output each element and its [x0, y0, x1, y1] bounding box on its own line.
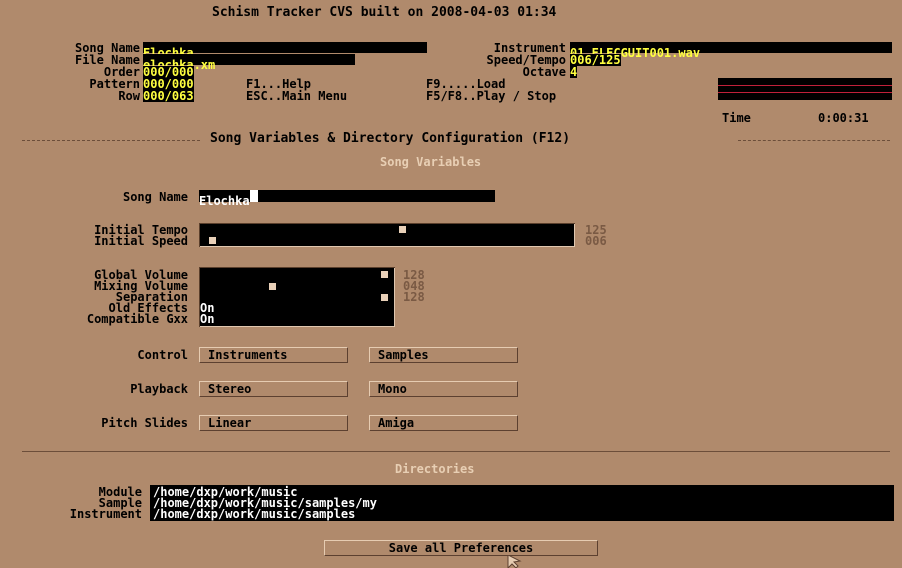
app-title: Schism Tracker CVS built on 2008-04-03 0…	[212, 5, 557, 20]
initial-speed-value: 006	[585, 234, 607, 248]
speed-tempo-value[interactable]: 006/125	[570, 54, 621, 66]
pitch-slides-amiga-button[interactable]: Amiga	[369, 415, 518, 431]
row-label: Row	[118, 89, 140, 103]
vu-meter-left-line	[718, 85, 892, 86]
initial-tempo-slider-knob[interactable]	[399, 226, 406, 233]
text-cursor	[249, 190, 258, 202]
pitch-slides-linear-button[interactable]: Linear	[199, 415, 348, 431]
vu-meter-right-line	[718, 92, 892, 93]
file-name-field[interactable]: elochka.xm	[143, 54, 355, 71]
time-value: 0:00:31	[818, 111, 869, 125]
initial-speed-label: Initial Speed	[94, 234, 188, 248]
playback-label: Playback	[130, 382, 188, 396]
time-label: Time	[722, 111, 751, 125]
control-samples-button[interactable]: Samples	[369, 347, 518, 363]
instrument-field[interactable]: 01 ELECGUIT001.wav	[570, 42, 892, 59]
mixing-volume-slider-knob[interactable]	[269, 283, 276, 290]
compatible-gxx-label: Compatible Gxx	[86, 312, 188, 326]
section-rule-left	[22, 140, 200, 141]
directories-panel: /home/dxp/work/music /home/dxp/work/musi…	[150, 485, 894, 521]
row-value[interactable]: 000/063	[143, 90, 194, 102]
sv-song-name-input[interactable]: Elochka	[199, 190, 495, 207]
sv-song-name-label: Song Name	[122, 190, 188, 204]
global-volume-slider-knob[interactable]	[381, 271, 388, 278]
song-name-field[interactable]: Elochka	[143, 42, 427, 59]
directories-heading: Directories	[395, 462, 475, 476]
instrument-dir-label: Instrument	[69, 507, 142, 521]
playback-mono-button[interactable]: Mono	[369, 381, 518, 397]
main-menu-key-hint: ESC..Main Menu	[246, 89, 348, 103]
directories-separator	[22, 451, 890, 452]
instrument-dir-input[interactable]: /home/dxp/work/music/samples	[153, 508, 355, 520]
sv-song-name-value: Elochka	[199, 194, 250, 208]
vu-meter	[718, 78, 892, 100]
song-variables-heading: Song Variables	[380, 155, 482, 169]
play-key-hint: F5/F8..Play / Stop	[426, 89, 557, 103]
mouse-pointer-icon	[507, 555, 522, 568]
pitch-slides-label: Pitch Slides	[101, 416, 188, 430]
tempo-speed-slider-panel	[199, 223, 575, 247]
separation-slider-knob[interactable]	[381, 294, 388, 301]
separation-value: 128	[403, 290, 425, 304]
save-preferences-button[interactable]: Save all Preferences	[324, 540, 598, 556]
volume-slider-panel: On On	[199, 267, 395, 327]
octave-value[interactable]: 4	[570, 66, 578, 78]
compatible-gxx-toggle[interactable]: On	[200, 313, 214, 325]
control-label: Control	[137, 348, 188, 362]
section-title: Song Variables & Directory Configuration…	[210, 131, 571, 146]
section-rule-right	[738, 140, 890, 141]
control-instruments-button[interactable]: Instruments	[199, 347, 348, 363]
playback-stereo-button[interactable]: Stereo	[199, 381, 348, 397]
initial-speed-slider-knob[interactable]	[209, 237, 216, 244]
octave-label: Octave	[522, 65, 566, 79]
